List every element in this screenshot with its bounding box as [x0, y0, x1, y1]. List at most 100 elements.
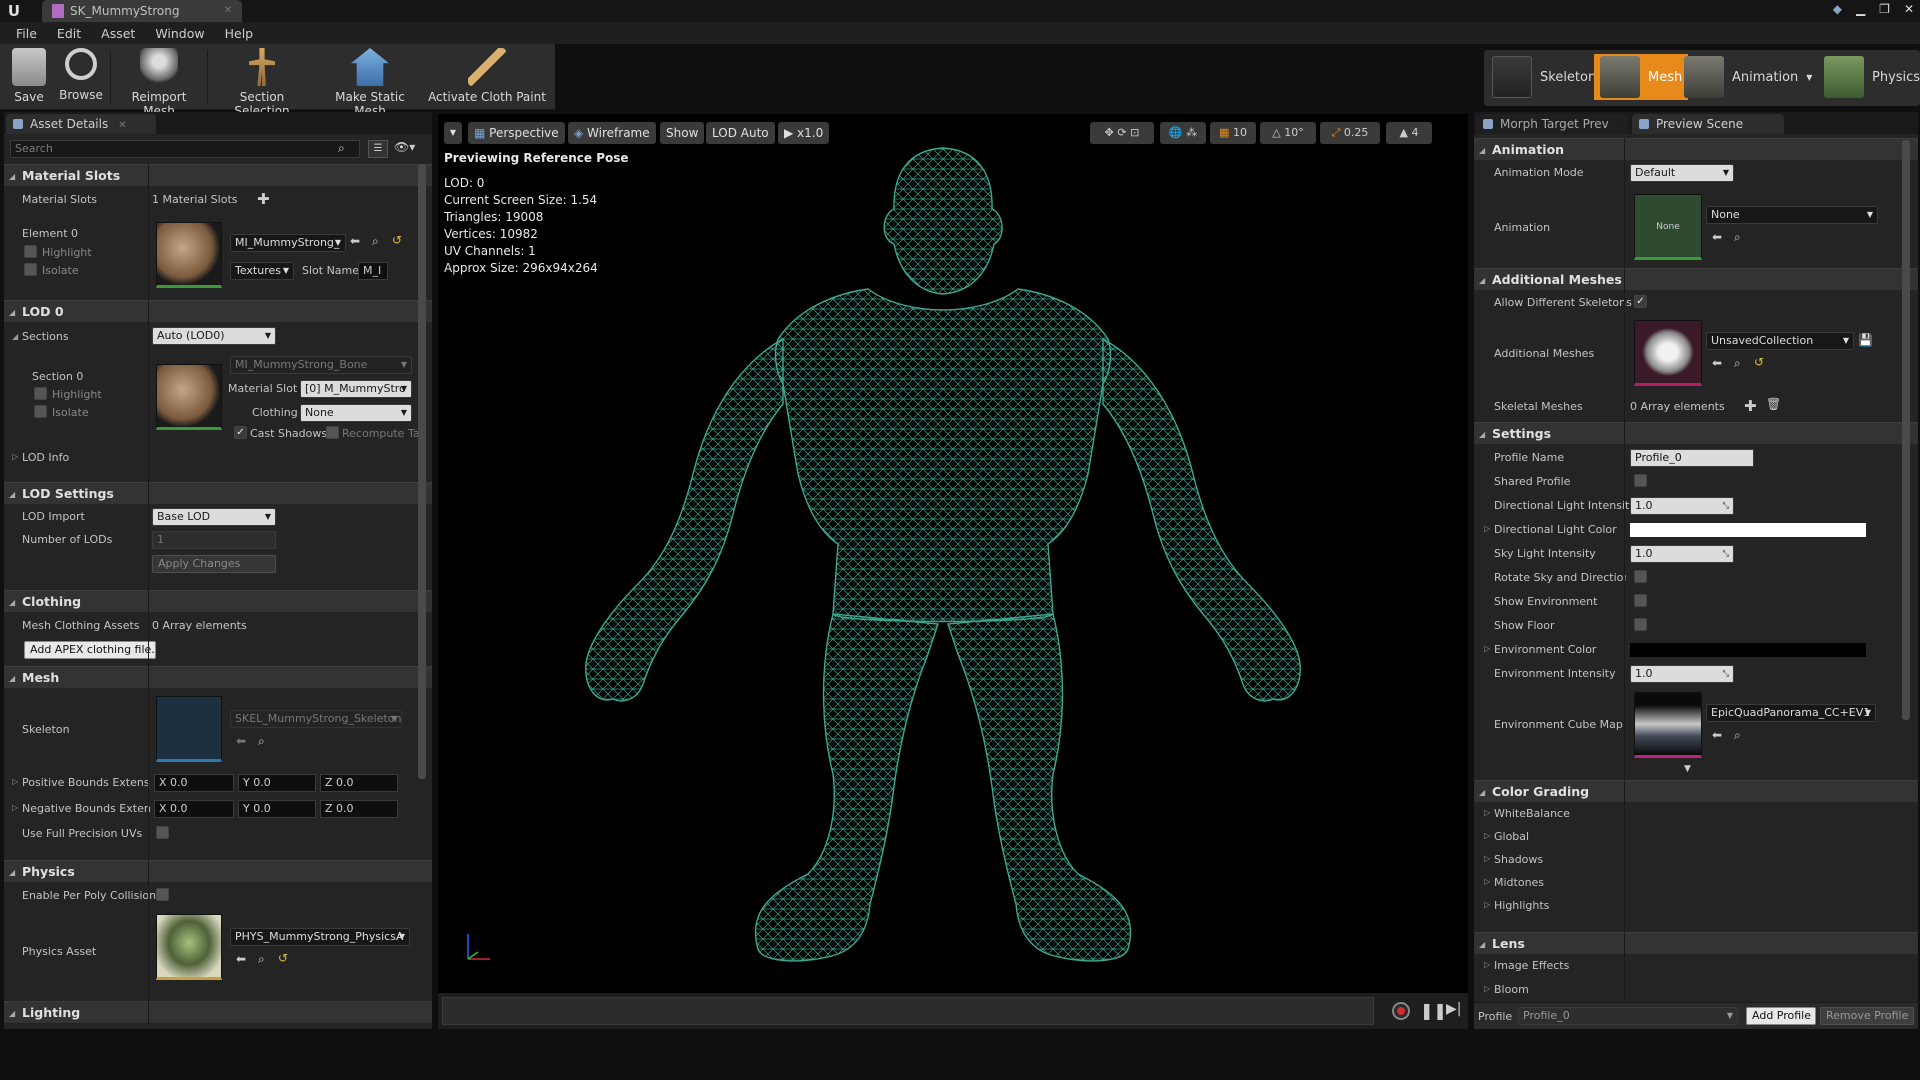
delete-icon[interactable]: 🗑	[1766, 397, 1781, 411]
footer-profile-dropdown[interactable]: Profile_0 ▼	[1518, 1007, 1738, 1025]
source-control-icon[interactable]: ◆	[1833, 2, 1842, 20]
browse-to-icon[interactable]: ⌕	[1734, 356, 1741, 371]
timeline-scrubber[interactable]	[442, 997, 1374, 1025]
remove-profile-button[interactable]: Remove Profile	[1820, 1007, 1914, 1025]
lighting-header[interactable]: Lighting	[4, 1001, 432, 1024]
slot-name-input[interactable]: M_I	[358, 262, 388, 280]
positive-bounds-y[interactable]: Y 0.0	[238, 774, 316, 792]
directional-light-color-swatch[interactable]	[1630, 523, 1866, 537]
global-item[interactable]: Global	[1494, 830, 1529, 843]
image-effects-item[interactable]: Image Effects	[1494, 959, 1569, 972]
section-material-thumbnail[interactable]	[156, 364, 222, 430]
expand-icon[interactable]: ◢	[12, 332, 18, 341]
expand-icon[interactable]: ▷	[1484, 984, 1490, 993]
sky-light-intensity-input[interactable]: 1.0 ⤡	[1630, 545, 1734, 563]
skeleton-mode-button[interactable]: Skeleton	[1486, 54, 1602, 100]
reset-icon[interactable]: ↺	[278, 951, 288, 965]
per-poly-collision-checkbox[interactable]	[156, 888, 169, 901]
expand-icon[interactable]: ▷	[1484, 831, 1490, 840]
positive-bounds-x[interactable]: X 0.0	[154, 774, 234, 792]
negative-bounds-y[interactable]: Y 0.0	[238, 800, 316, 818]
add-icon[interactable]: ✚	[1744, 397, 1757, 415]
reset-icon[interactable]: ↺	[1754, 355, 1764, 369]
highlights-item[interactable]: Highlights	[1494, 899, 1549, 912]
show-floor-checkbox[interactable]	[1634, 618, 1647, 631]
details-scrollbar[interactable]	[418, 164, 426, 779]
browse-to-icon[interactable]: ⌕	[372, 234, 379, 249]
menu-window[interactable]: Window	[145, 26, 214, 41]
close-window-icon[interactable]: ✕	[1904, 2, 1914, 20]
use-selected-icon[interactable]: ⬅	[236, 952, 246, 966]
pause-icon[interactable]: ❚❚	[1420, 1001, 1447, 1020]
expand-icon[interactable]: ▷	[1484, 808, 1490, 817]
browse-to-icon[interactable]: ⌕	[1734, 728, 1741, 743]
full-precision-uvs-checkbox[interactable]	[156, 826, 169, 839]
reimport-mesh-button[interactable]: Reimport Mesh	[114, 48, 204, 118]
expand-icon[interactable]: ▷	[12, 452, 18, 461]
material-thumbnail[interactable]	[156, 222, 222, 288]
negative-bounds-x[interactable]: X 0.0	[154, 800, 234, 818]
isolate-checkbox[interactable]	[24, 263, 37, 276]
use-selected-icon[interactable]: ⬅	[350, 234, 360, 248]
save-button[interactable]: Save	[6, 48, 52, 104]
color-grading-header[interactable]: Color Grading	[1474, 780, 1918, 803]
viewport[interactable]: ▼ ▦ Perspective ◈ Wireframe Show LOD Aut…	[438, 114, 1468, 993]
search-input[interactable]: Search	[10, 140, 360, 158]
bloom-item[interactable]: Bloom	[1494, 983, 1529, 996]
lod0-header[interactable]: LOD 0	[4, 300, 432, 323]
lens-header[interactable]: Lens	[1474, 932, 1918, 955]
animation-dropdown-icon[interactable]: ▼	[1806, 73, 1812, 82]
lod-info-label[interactable]: LOD Info	[22, 451, 69, 464]
recompute-tangent-checkbox[interactable]	[326, 426, 339, 439]
shadows-item[interactable]: Shadows	[1494, 853, 1543, 866]
physics-asset-dropdown[interactable]: PHYS_MummyStrong_PhysicsA ▼	[230, 928, 410, 946]
use-selected-icon[interactable]: ⬅	[1712, 728, 1722, 742]
animation-mode-button[interactable]: Animation ▼	[1678, 54, 1818, 100]
eye-icon[interactable]: 👁▾	[394, 140, 415, 154]
menu-file[interactable]: File	[6, 26, 47, 41]
expand-icon[interactable]: ▷	[1484, 854, 1490, 863]
tab-morph-target-preview[interactable]: Morph Target Prev	[1476, 114, 1628, 134]
highlight-checkbox[interactable]	[24, 245, 37, 258]
section-highlight-checkbox[interactable]	[34, 387, 47, 400]
cube-map-thumbnail[interactable]	[1634, 692, 1702, 758]
add-icon[interactable]: ✚	[257, 190, 270, 208]
physics-mode-button[interactable]: Physics	[1818, 54, 1920, 100]
physics-header[interactable]: Physics	[4, 860, 432, 883]
add-apex-clothing-button[interactable]: Add APEX clothing file...	[24, 641, 162, 659]
animation-header[interactable]: Animation	[1474, 138, 1918, 161]
white-balance-item[interactable]: WhiteBalance	[1494, 807, 1570, 820]
mesh-mode-button[interactable]: Mesh	[1594, 54, 1689, 100]
section-selection-button[interactable]: Section Selection	[212, 48, 312, 118]
expand-icon[interactable]: ▷	[1484, 644, 1490, 653]
step-forward-icon[interactable]: ▶|	[1446, 1001, 1461, 1017]
save-collection-icon[interactable]: 💾	[1858, 333, 1873, 347]
animation-dropdown[interactable]: None ▼	[1706, 206, 1878, 224]
allow-different-skeletons-checkbox[interactable]: ✓	[1634, 295, 1647, 308]
browse-to-icon[interactable]: ⌕	[258, 734, 265, 749]
make-static-mesh-button[interactable]: Make Static Mesh	[318, 48, 422, 118]
profile-name-input[interactable]: Profile_0	[1630, 449, 1754, 467]
minimize-icon[interactable]: ▁	[1856, 2, 1865, 20]
settings-header[interactable]: Settings	[1474, 422, 1918, 445]
browse-to-icon[interactable]: ⌕	[1734, 230, 1741, 245]
animation-thumbnail[interactable]: None	[1634, 194, 1702, 260]
show-environment-checkbox[interactable]	[1634, 594, 1647, 607]
use-selected-icon[interactable]: ⬅	[1712, 356, 1722, 370]
textures-dropdown[interactable]: Textures ▼	[230, 262, 294, 280]
menu-help[interactable]: Help	[215, 26, 264, 41]
reset-icon[interactable]: ↺	[392, 233, 402, 247]
close-tab-icon[interactable]: ✕	[224, 0, 232, 22]
tab-preview-scene-settings[interactable]: Preview Scene Sett✕	[1632, 114, 1784, 151]
expand-advanced-icon[interactable]: ▼	[1684, 764, 1691, 774]
clothing-dropdown[interactable]: None ▼	[300, 404, 412, 422]
mesh-header[interactable]: Mesh	[4, 666, 432, 689]
animation-mode-dropdown[interactable]: Default ▼	[1630, 164, 1734, 182]
lod-settings-header[interactable]: LOD Settings	[4, 482, 432, 505]
material-dropdown[interactable]: MI_MummyStrong_ ▼	[230, 234, 346, 252]
settings-scrollbar[interactable]	[1902, 140, 1910, 720]
cast-shadows-checkbox[interactable]: ✓	[234, 426, 247, 439]
maximize-icon[interactable]: ❐	[1879, 2, 1890, 20]
environment-intensity-input[interactable]: 1.0 ⤡	[1630, 665, 1734, 683]
browse-button[interactable]: Browse	[56, 48, 106, 102]
